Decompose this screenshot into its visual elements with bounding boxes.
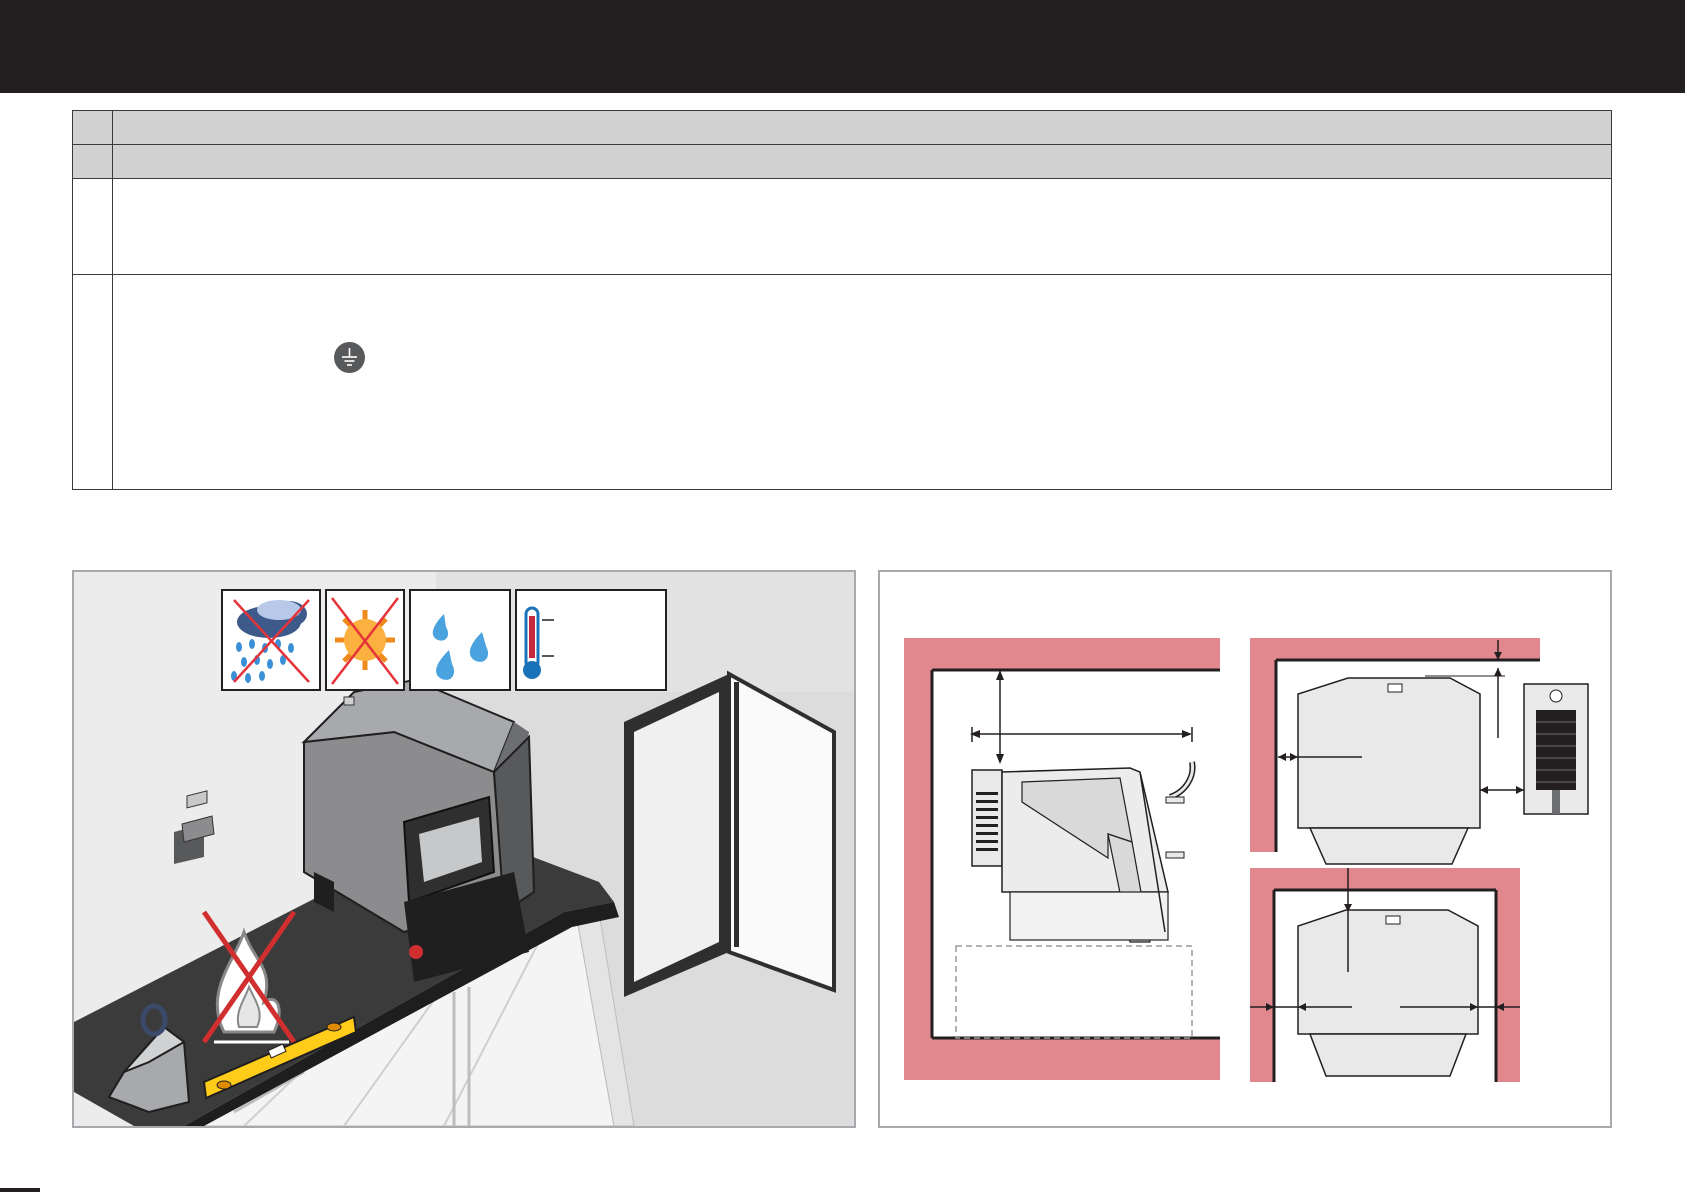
- no-direct-sun-icon: [325, 589, 405, 691]
- table-row: [73, 275, 1611, 489]
- page-footer-mark: [0, 1188, 40, 1192]
- row-number-cell: [73, 111, 113, 144]
- page-header-bar: [0, 0, 1685, 93]
- no-rain-icon: [221, 589, 321, 691]
- humidity-drops-icon: [409, 589, 511, 691]
- window-illustration: [624, 670, 836, 997]
- row-number-cell: [73, 145, 113, 178]
- side-view-clearance-diagram: [904, 638, 1220, 1080]
- thermometer-icon: [515, 589, 667, 691]
- table-row: [73, 111, 1611, 145]
- row-number-cell: [73, 179, 113, 274]
- clearance-diagram-panel: [878, 570, 1612, 1128]
- front-view-clearance-diagram-bottom: [1250, 868, 1520, 1082]
- environment-icon-row: [221, 589, 667, 691]
- front-view-clearance-diagram-top: [1250, 638, 1589, 865]
- table-row: [73, 145, 1611, 179]
- row-text-cell: [113, 275, 1611, 489]
- row-text-cell: [113, 145, 1611, 178]
- row-text-cell: [113, 111, 1611, 144]
- requirements-table: [72, 110, 1612, 490]
- ground-symbol-icon: [334, 342, 365, 373]
- row-number-cell: [73, 275, 113, 489]
- row-text-cell: [113, 179, 1611, 274]
- table-row: [73, 179, 1611, 275]
- installation-environment-illustration: [72, 570, 856, 1128]
